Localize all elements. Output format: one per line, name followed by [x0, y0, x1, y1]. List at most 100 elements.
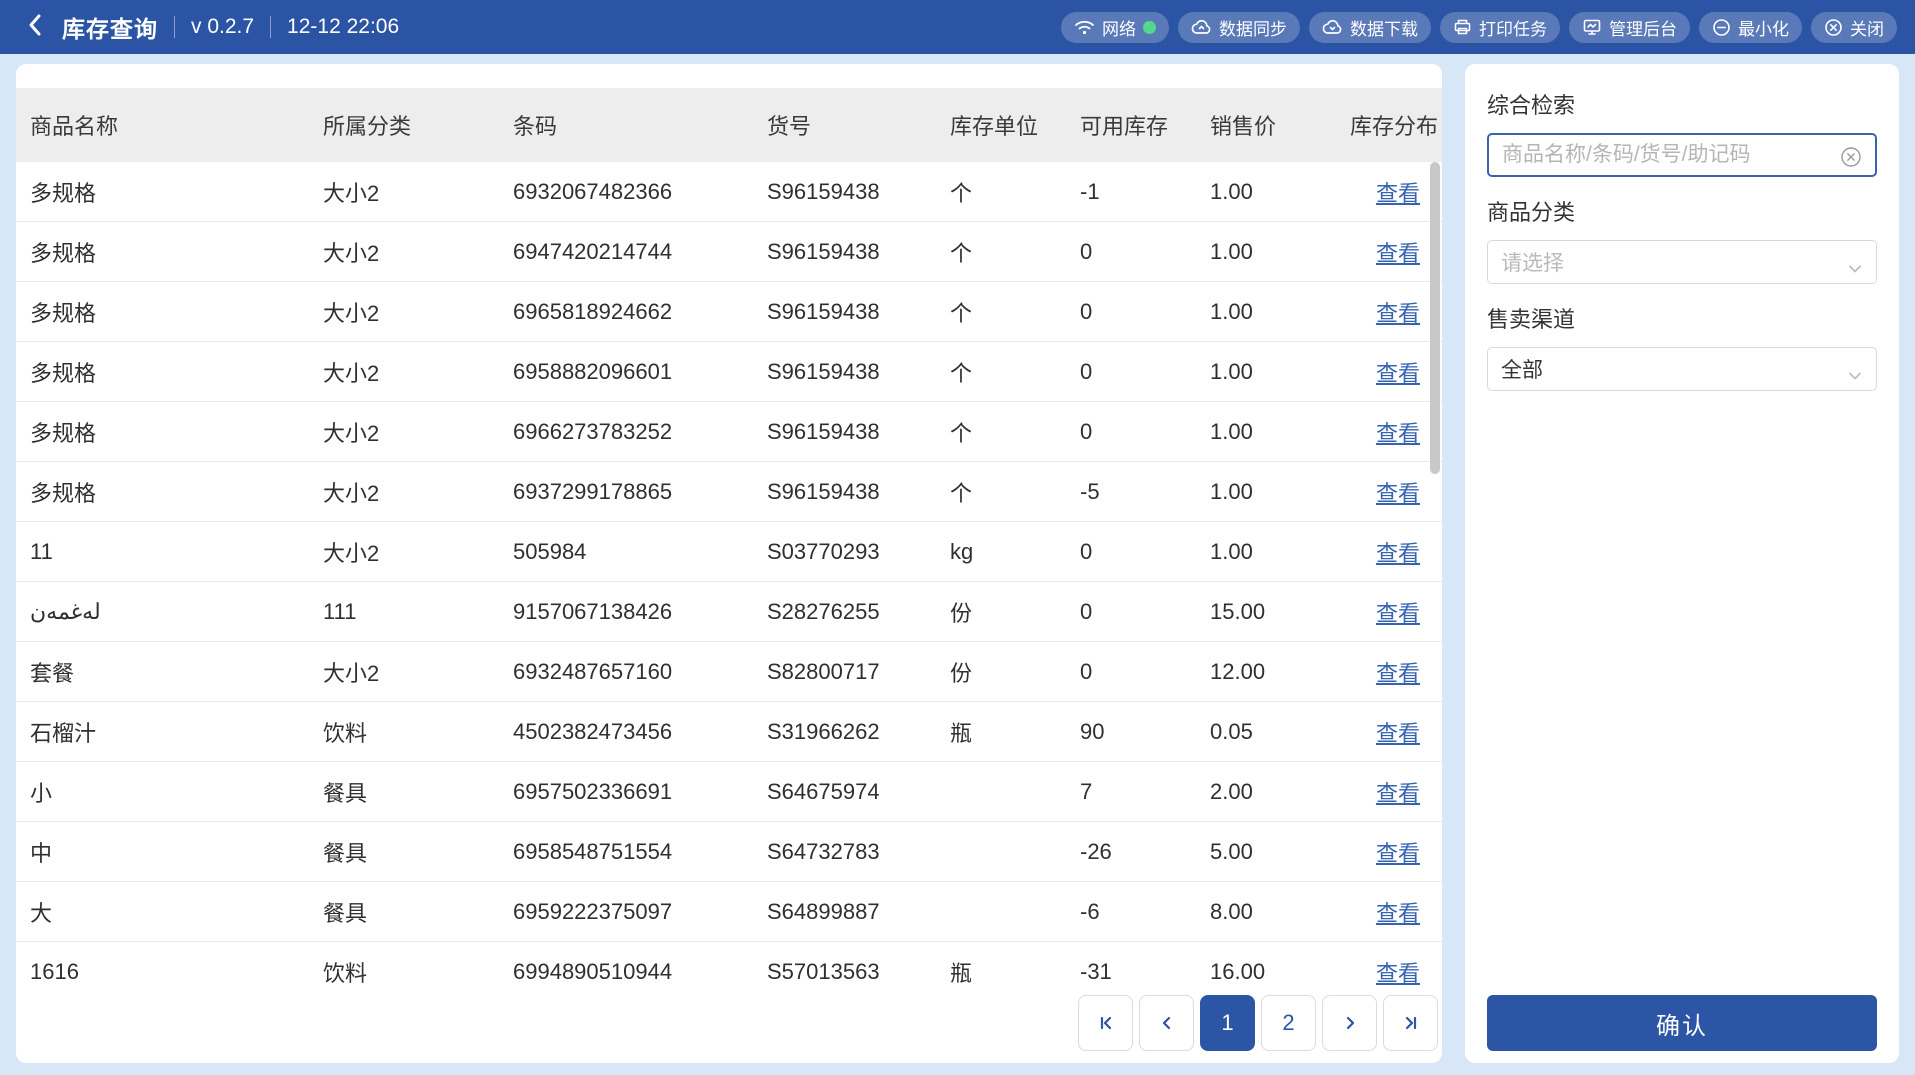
channel-select[interactable]: 全部 [1487, 347, 1877, 391]
view-stock-link[interactable]: 查看 [1376, 781, 1420, 806]
search-section-label: 综合检索 [1487, 88, 1877, 120]
prev-page-button[interactable] [1139, 995, 1194, 1051]
table-header-row: 商品名称 所属分类 条码 货号 库存单位 可用库存 销售价 库存分布 [16, 88, 1442, 162]
printer-icon [1453, 18, 1472, 36]
view-stock-link[interactable]: 查看 [1376, 961, 1420, 986]
view-stock-link[interactable]: 查看 [1376, 181, 1420, 206]
last-page-button[interactable] [1383, 995, 1438, 1051]
cell-barcode: 6932067482366 [513, 179, 767, 205]
first-page-button[interactable] [1078, 995, 1133, 1051]
app-version: v 0.2.7 [191, 15, 254, 39]
cell-available-stock: -5 [1080, 479, 1210, 505]
monitor-icon [1582, 18, 1602, 36]
cell-product-name: 1616 [30, 959, 323, 985]
cell-price: 1.00 [1210, 539, 1340, 565]
cell-category: 大小2 [323, 356, 513, 388]
cell-unit: 瓶 [950, 716, 1080, 748]
cell-item-no: S82800717 [767, 659, 950, 685]
table-row: 多规格 大小2 6937299178865 S96159438 个 -5 1.0… [16, 462, 1442, 522]
confirm-button[interactable]: 确认 [1487, 995, 1877, 1051]
cell-item-no: S64899887 [767, 899, 950, 925]
cell-category: 大小2 [323, 536, 513, 568]
view-stock-link[interactable]: 查看 [1376, 361, 1420, 386]
cell-product-name: لەغمەن [30, 599, 323, 625]
cell-product-name: 大 [30, 896, 323, 928]
cell-barcode: 6958882096601 [513, 359, 767, 385]
cell-price: 1.00 [1210, 239, 1340, 265]
cell-category: 饮料 [323, 716, 513, 748]
channel-select-value: 全部 [1501, 354, 1543, 384]
divider [270, 16, 271, 38]
cell-available-stock: -31 [1080, 959, 1210, 985]
print-tasks-label: 打印任务 [1479, 15, 1547, 40]
cell-unit: 个 [950, 416, 1080, 448]
close-button[interactable]: 关闭 [1811, 12, 1897, 43]
cell-category: 111 [323, 599, 513, 625]
back-button[interactable] [24, 8, 46, 47]
cell-category: 大小2 [323, 476, 513, 508]
category-select[interactable]: 请选择 [1487, 240, 1877, 284]
table-row: 石榴汁 饮料 4502382473456 S31966262 瓶 90 0.05… [16, 702, 1442, 762]
cell-item-no: S96159438 [767, 239, 950, 265]
cell-item-no: S64675974 [767, 779, 950, 805]
table-body: 多规格 大小2 6932067482366 S96159438 个 -1 1.0… [16, 162, 1442, 1002]
next-page-button[interactable] [1322, 995, 1377, 1051]
admin-console-button[interactable]: 管理后台 [1569, 12, 1690, 43]
cell-stock-distribution: 查看 [1340, 956, 1442, 988]
view-stock-link[interactable]: 查看 [1376, 541, 1420, 566]
data-sync-label: 数据同步 [1219, 15, 1287, 40]
cell-product-name: 11 [30, 539, 323, 565]
view-stock-link[interactable]: 查看 [1376, 901, 1420, 926]
table-row: 多规格 大小2 6932067482366 S96159438 个 -1 1.0… [16, 162, 1442, 222]
cell-available-stock: -1 [1080, 179, 1210, 205]
view-stock-link[interactable]: 查看 [1376, 481, 1420, 506]
table-row: 小 餐具 6957502336691 S64675974 7 2.00 查看 [16, 762, 1442, 822]
column-header-stock-distribution: 库存分布 [1340, 109, 1442, 141]
view-stock-link[interactable]: 查看 [1376, 841, 1420, 866]
cell-item-no: S03770293 [767, 539, 950, 565]
network-button[interactable]: 网络 [1061, 12, 1169, 43]
pagination: 1 2 [1078, 995, 1438, 1051]
column-header-category: 所属分类 [323, 109, 513, 141]
cell-barcode: 6947420214744 [513, 239, 767, 265]
last-page-icon [1401, 1013, 1421, 1033]
cell-stock-distribution: 查看 [1340, 416, 1442, 448]
cell-available-stock: 7 [1080, 779, 1210, 805]
cell-stock-distribution: 查看 [1340, 536, 1442, 568]
cell-stock-distribution: 查看 [1340, 716, 1442, 748]
cell-unit: 个 [950, 176, 1080, 208]
view-stock-link[interactable]: 查看 [1376, 241, 1420, 266]
view-stock-link[interactable]: 查看 [1376, 421, 1420, 446]
table-row: 1616 饮料 6994890510944 S57013563 瓶 -31 16… [16, 942, 1442, 1002]
cell-stock-distribution: 查看 [1340, 296, 1442, 328]
page-2-button[interactable]: 2 [1261, 995, 1316, 1051]
clear-search-icon[interactable] [1839, 145, 1863, 174]
cell-stock-distribution: 查看 [1340, 176, 1442, 208]
cell-barcode: 6957502336691 [513, 779, 767, 805]
view-stock-link[interactable]: 查看 [1376, 721, 1420, 746]
view-stock-link[interactable]: 查看 [1376, 301, 1420, 326]
search-input[interactable] [1489, 135, 1875, 175]
cell-available-stock: 0 [1080, 299, 1210, 325]
cell-product-name: 多规格 [30, 416, 323, 448]
column-header-unit: 库存单位 [950, 109, 1080, 141]
view-stock-link[interactable]: 查看 [1376, 601, 1420, 626]
view-stock-link[interactable]: 查看 [1376, 661, 1420, 686]
close-label: 关闭 [1850, 15, 1884, 40]
cell-unit: 份 [950, 596, 1080, 628]
cell-product-name: 多规格 [30, 356, 323, 388]
page-1-button[interactable]: 1 [1200, 995, 1255, 1051]
data-download-button[interactable]: 数据下载 [1309, 12, 1431, 43]
column-header-item-no: 货号 [767, 109, 950, 141]
print-tasks-button[interactable]: 打印任务 [1440, 12, 1560, 43]
cell-barcode: 9157067138426 [513, 599, 767, 625]
minimize-button[interactable]: 最小化 [1699, 12, 1802, 43]
cell-unit: kg [950, 539, 1080, 565]
table-scrollbar-thumb[interactable] [1430, 162, 1440, 474]
topbar: 库存查询 v 0.2.7 12-12 22:06 网络 数据同步 [0, 0, 1915, 54]
cell-barcode: 6965818924662 [513, 299, 767, 325]
minimize-label: 最小化 [1738, 15, 1789, 40]
cell-price: 1.00 [1210, 359, 1340, 385]
column-header-barcode: 条码 [513, 109, 767, 141]
data-sync-button[interactable]: 数据同步 [1178, 12, 1300, 43]
